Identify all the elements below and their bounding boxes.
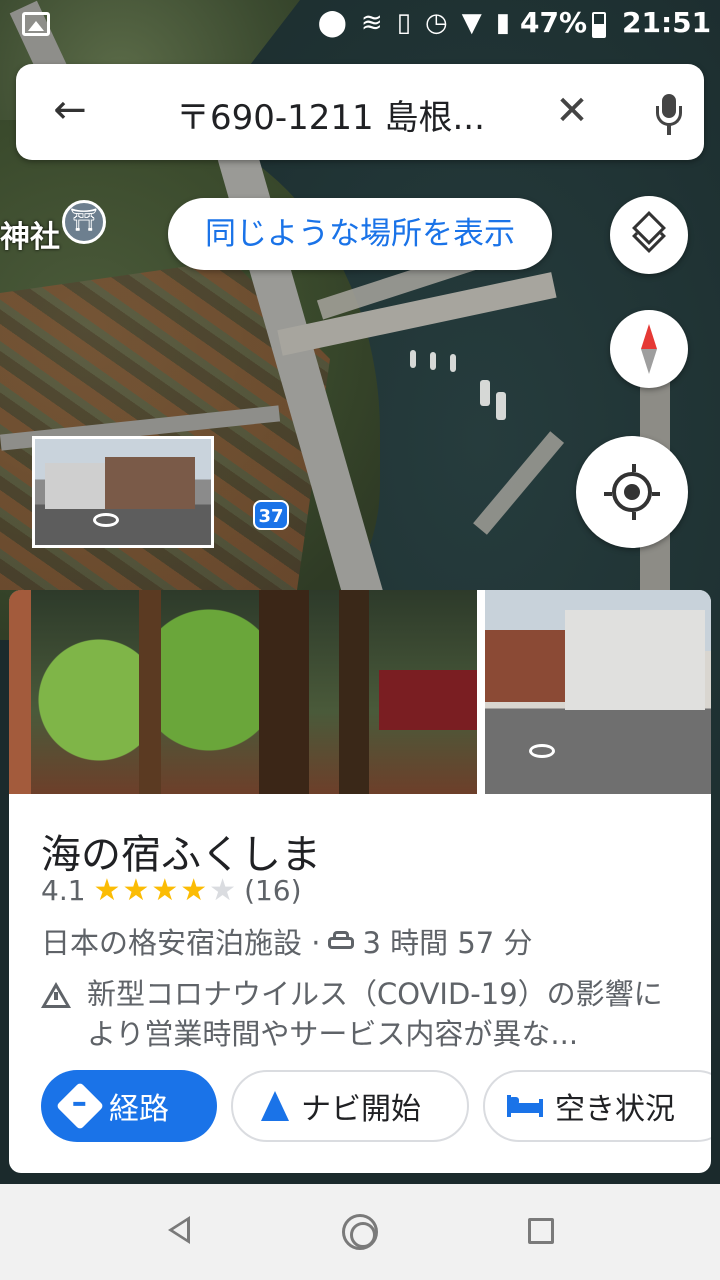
drive-time: 3 時間 57 分 [362, 926, 533, 960]
place-name: 海の宿ふくしま [41, 832, 321, 878]
bed-base [507, 1103, 543, 1113]
availability-button[interactable]: 空き状況 [483, 1070, 711, 1142]
location-icon: ⬤ [317, 8, 347, 38]
search-query[interactable]: 〒690-1211 島根... [176, 90, 516, 139]
street-view-building [105, 457, 195, 509]
photo-detail [565, 610, 705, 710]
shrine-pin-icon[interactable]: ⛩ [62, 200, 106, 244]
microphone-icon[interactable] [642, 88, 694, 140]
locate-tick [652, 492, 660, 496]
star-filled-icon: ★ [151, 872, 179, 908]
directions-button[interactable]: 経路 [41, 1070, 217, 1142]
gallery-icon [22, 12, 50, 36]
compass-north [641, 324, 657, 349]
compass-south [641, 349, 657, 374]
battery-percent: 47% [520, 6, 588, 39]
vibrate-icon: ▯ [396, 8, 411, 38]
star-filled-icon: ★ [122, 872, 150, 908]
locate-tick [632, 464, 636, 472]
start-navigation-button[interactable]: ナビ開始 [231, 1070, 469, 1142]
boat [450, 354, 456, 372]
compass-button[interactable] [610, 310, 688, 388]
covid-notice-text: 新型コロナウイルス（COVID-19）の影響により営業時間やサービス内容が異な.… [87, 977, 663, 1051]
rating-row[interactable]: 4.1 ★ ★ ★ ★ ★ (16) [41, 874, 302, 907]
directions-label: 経路 [109, 1092, 169, 1127]
place-photo[interactable] [9, 590, 477, 794]
my-location-icon [604, 464, 660, 520]
clear-icon[interactable]: ✕ [546, 86, 598, 138]
nav-back-icon[interactable] [168, 1216, 190, 1244]
star-empty-icon: ★ [209, 872, 237, 908]
mic-stem [667, 125, 671, 135]
warning-icon [41, 982, 71, 1010]
boat [496, 392, 506, 420]
bed-foot [539, 1099, 543, 1117]
nfc-icon: ≋ [360, 8, 383, 38]
system-navigation-bar [0, 1184, 720, 1280]
street-view-rotate-icon [93, 513, 119, 527]
compass-icon [641, 324, 657, 374]
warning-mark [54, 992, 58, 1000]
my-location-button[interactable] [576, 436, 688, 548]
action-buttons: 経路 ナビ開始 空き状況 [41, 1070, 711, 1142]
photo-detail [379, 670, 477, 730]
layers-button[interactable] [610, 196, 688, 274]
photo-detail [485, 630, 565, 702]
availability-label: 空き状況 [555, 1092, 675, 1127]
rating-value: 4.1 [41, 874, 86, 907]
status-bar: ⬤ ≋ ▯ ◷ ▼ ▮ 47% 21:51 [0, 0, 720, 50]
street-view-thumbnail[interactable] [32, 436, 214, 548]
search-bar: ← 〒690-1211 島根... ✕ [16, 64, 704, 160]
wifi-icon: ▼ [461, 8, 482, 38]
similar-places-chip[interactable]: 同じような場所を表示 [168, 198, 552, 270]
locate-tick [604, 492, 612, 496]
covid-notice[interactable]: 新型コロナウイルス（COVID-19）の影響により営業時間やサービス内容が異な.… [41, 974, 691, 1054]
battery-icon [592, 12, 606, 38]
street-view-rotate-icon [529, 744, 555, 758]
locate-tick [632, 512, 636, 520]
map-boats [400, 340, 520, 440]
signal-icon: ▮ [495, 8, 510, 38]
alarm-icon: ◷ [425, 8, 448, 38]
place-card[interactable]: 海の宿ふくしま 4.1 ★ ★ ★ ★ ★ (16) 日本の格安宿泊施設 · 3 時間 … [9, 590, 711, 1173]
nav-home-icon[interactable] [342, 1214, 378, 1250]
star-filled-icon: ★ [93, 872, 121, 908]
route-number-badge: 37 [253, 500, 289, 530]
place-category: 日本の格安宿泊施設 · [41, 926, 321, 960]
layers-icon [632, 211, 666, 254]
boat [480, 380, 490, 406]
map-pier [473, 431, 565, 535]
directions-icon [55, 1081, 105, 1131]
shrine-label[interactable]: 神社 [0, 212, 60, 256]
street-view-building [45, 463, 105, 509]
place-meta: 日本の格安宿泊施設 · 3 時間 57 分 [41, 920, 532, 962]
bed-icon [507, 1095, 543, 1117]
car-icon [328, 931, 355, 951]
clock: 21:51 [622, 6, 712, 39]
status-icons: ⬤ ≋ ▯ ◷ ▼ ▮ [318, 8, 510, 38]
review-count: (16) [244, 874, 302, 907]
navigation-arrow-icon [261, 1091, 289, 1121]
street-view-photo[interactable] [485, 590, 711, 794]
car-body [328, 937, 355, 949]
star-filled-icon: ★ [180, 872, 208, 908]
rating-stars: ★ ★ ★ ★ ★ [93, 872, 237, 908]
start-navigation-label: ナビ開始 [301, 1092, 421, 1127]
nav-recents-icon[interactable] [528, 1218, 554, 1244]
boat [410, 350, 416, 368]
back-arrow-icon[interactable]: ← [46, 88, 94, 136]
mic-arc [656, 106, 682, 126]
boat [430, 352, 436, 370]
